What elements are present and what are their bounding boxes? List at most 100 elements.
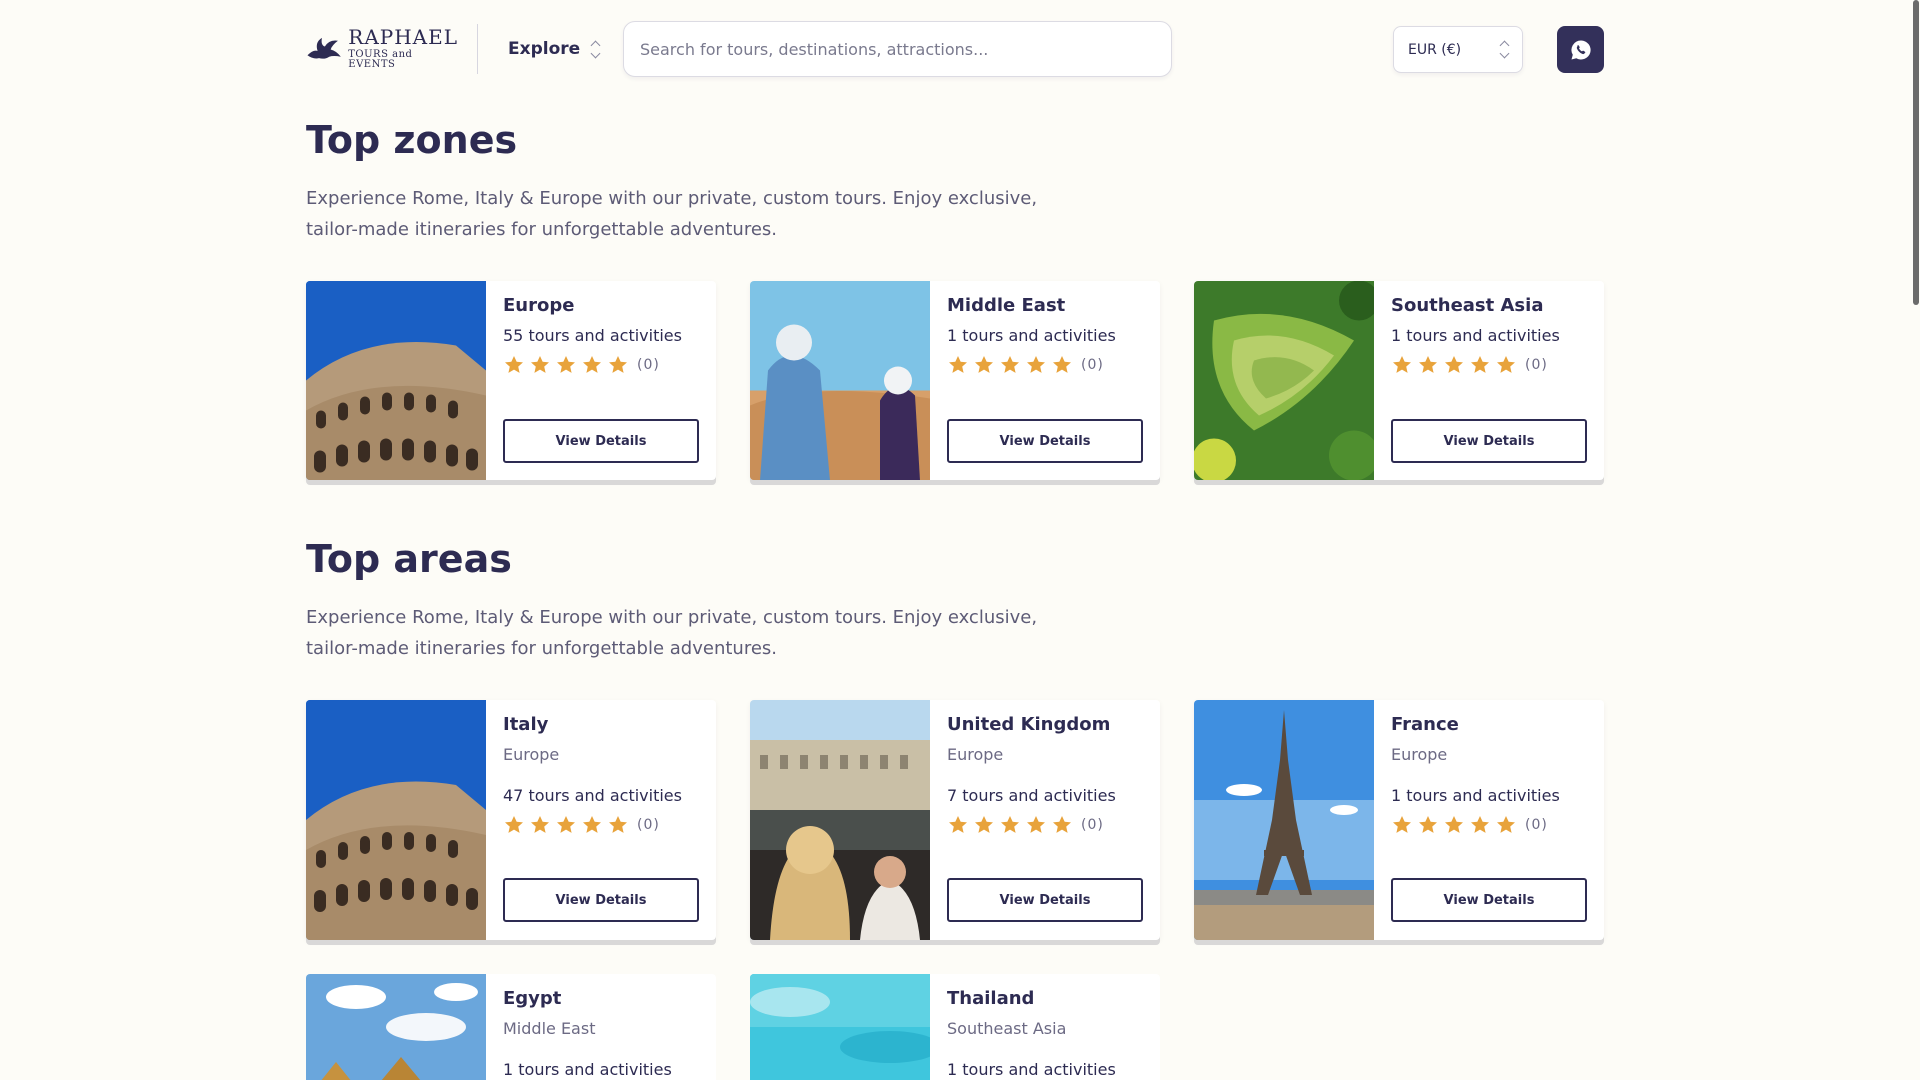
star-icon: [503, 354, 525, 376]
rating-count: (0): [1525, 817, 1548, 833]
card-region: Europe: [947, 745, 1004, 764]
area-card-france[interactable]: France Europe 1 tours and activities (0)…: [1194, 700, 1604, 940]
logo[interactable]: RAPHAEL TOURS and EVENTS: [306, 27, 458, 70]
logo-tagline: TOURS and EVENTS: [348, 48, 413, 70]
card-title: Thailand: [947, 988, 1035, 1009]
colosseum-image: [306, 281, 486, 480]
whatsapp-icon: [1570, 39, 1591, 59]
whatsapp-button[interactable]: [1557, 26, 1604, 73]
logo-text: RAPHAEL TOURS and EVENTS: [348, 27, 458, 70]
rating-count: (0): [1081, 357, 1104, 373]
view-details-button[interactable]: View Details: [503, 419, 699, 463]
star-icon: [1391, 814, 1413, 836]
star-icon: [999, 354, 1021, 376]
top-zones-title: Top zones: [306, 118, 518, 162]
tour-count: 1 tours and activities: [947, 326, 1116, 345]
star-icon: [1025, 814, 1047, 836]
card-title: France: [1391, 714, 1459, 735]
area-card-italy[interactable]: Italy Europe 47 tours and activities (0)…: [306, 700, 716, 940]
star-icon: [947, 354, 969, 376]
card-region: Europe: [1391, 745, 1448, 764]
currency-label: EUR (€): [1408, 41, 1462, 58]
tour-count: 7 tours and activities: [947, 786, 1116, 805]
star-icon: [1391, 354, 1413, 376]
star-icon: [999, 814, 1021, 836]
view-details-button[interactable]: View Details: [1391, 419, 1587, 463]
page-scrollbar[interactable]: [1912, 0, 1920, 1080]
star-icon: [555, 814, 577, 836]
star-icon: [607, 814, 629, 836]
top-areas-description: Experience Rome, Italy & Europe with our…: [306, 607, 1038, 659]
zone-card-middle-east[interactable]: Middle East 1 tours and activities (0) V…: [750, 281, 1160, 480]
rating-count: (0): [637, 357, 660, 373]
area-card-united-kingdom[interactable]: United Kingdom Europe 7 tours and activi…: [750, 700, 1160, 940]
zone-card-southeast-asia[interactable]: Southeast Asia 1 tours and activities (0…: [1194, 281, 1604, 480]
star-icon: [1443, 354, 1465, 376]
star-icon: [973, 814, 995, 836]
star-icon: [1495, 814, 1517, 836]
tour-count: 1 tours and activities: [503, 1060, 672, 1079]
search-input[interactable]: [623, 21, 1172, 77]
tour-count: 1 tours and activities: [947, 1060, 1116, 1079]
top-zones-description: Experience Rome, Italy & Europe with our…: [306, 188, 1038, 240]
card-title: Middle East: [947, 295, 1066, 316]
card-title: Southeast Asia: [1391, 295, 1544, 316]
star-icon: [607, 354, 629, 376]
currency-select[interactable]: EUR (€): [1393, 26, 1523, 73]
star-rating: (0): [1391, 814, 1548, 836]
star-icon: [1469, 354, 1491, 376]
tropical-sea-image: [750, 974, 930, 1080]
star-icon: [529, 354, 551, 376]
rating-count: (0): [1525, 357, 1548, 373]
view-details-button[interactable]: View Details: [947, 878, 1143, 922]
scrollbar-thumb[interactable]: [1913, 0, 1919, 305]
chevron-up-down-icon: [590, 40, 601, 58]
star-icon: [1495, 354, 1517, 376]
card-region: Middle East: [503, 1019, 596, 1038]
desert-image: [750, 281, 930, 480]
tour-count: 55 tours and activities: [503, 326, 682, 345]
chevron-up-down-icon: [1499, 40, 1510, 59]
star-icon: [973, 354, 995, 376]
star-icon: [1469, 814, 1491, 836]
star-rating: (0): [947, 814, 1104, 836]
star-icon: [581, 354, 603, 376]
site-header: RAPHAEL TOURS and EVENTS Explore EUR (€): [0, 0, 1920, 98]
view-details-button[interactable]: View Details: [947, 419, 1143, 463]
star-icon: [947, 814, 969, 836]
zone-card-europe[interactable]: Europe 55 tours and activities (0) View …: [306, 281, 716, 480]
star-icon: [1051, 814, 1073, 836]
top-areas-title: Top areas: [306, 537, 512, 581]
star-rating: (0): [503, 354, 660, 376]
card-region: Europe: [503, 745, 560, 764]
card-title: Europe: [503, 295, 575, 316]
header-divider: [477, 24, 478, 74]
star-icon: [1025, 354, 1047, 376]
eiffel-tower-image: [1194, 700, 1374, 940]
star-icon: [1443, 814, 1465, 836]
star-icon: [1417, 354, 1439, 376]
pyramids-image: [306, 974, 486, 1080]
tour-count: 47 tours and activities: [503, 786, 682, 805]
view-details-button[interactable]: View Details: [503, 878, 699, 922]
card-title: Egypt: [503, 988, 562, 1009]
card-title: United Kingdom: [947, 714, 1111, 735]
area-card-egypt[interactable]: Egypt Middle East 1 tours and activities: [306, 974, 716, 1080]
tour-count: 1 tours and activities: [1391, 326, 1560, 345]
explore-menu-button[interactable]: Explore: [508, 36, 601, 62]
angel-logo-icon: [307, 37, 341, 59]
rice-terraces-image: [1194, 281, 1374, 480]
colosseum-image: [306, 700, 486, 940]
star-icon: [555, 354, 577, 376]
star-icon: [1051, 354, 1073, 376]
star-rating: (0): [947, 354, 1104, 376]
star-icon: [529, 814, 551, 836]
view-details-button[interactable]: View Details: [1391, 878, 1587, 922]
explore-label: Explore: [508, 39, 581, 59]
rating-count: (0): [1081, 817, 1104, 833]
card-title: Italy: [503, 714, 549, 735]
star-icon: [503, 814, 525, 836]
area-card-thailand[interactable]: Thailand Southeast Asia 1 tours and acti…: [750, 974, 1160, 1080]
buckingham-palace-image: [750, 700, 930, 940]
rating-count: (0): [637, 817, 660, 833]
